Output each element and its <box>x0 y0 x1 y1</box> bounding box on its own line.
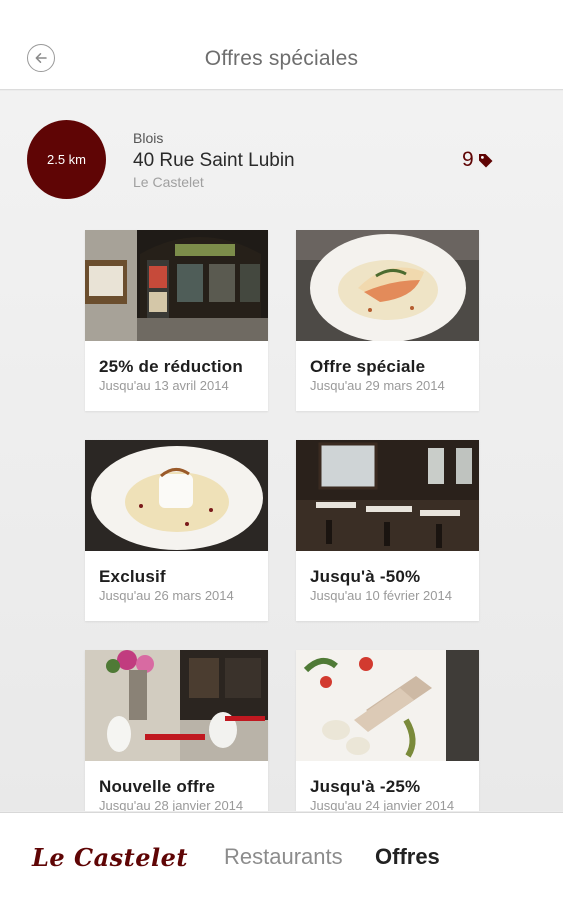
tag-icon <box>478 153 493 167</box>
location-city: Blois <box>133 130 164 146</box>
offer-title: Exclusif <box>99 567 166 586</box>
offer-card[interactable]: Jusqu'à -50% Jusqu'au 10 février 2014 <box>296 440 479 621</box>
dessert-photo <box>85 440 268 551</box>
terrace-photo <box>85 650 268 761</box>
page-title: Offres spéciales <box>204 47 359 70</box>
nav-offres[interactable]: Offres <box>375 844 440 870</box>
offer-title: Nouvelle offre <box>99 777 216 796</box>
terrine-photo <box>296 650 479 761</box>
nav-restaurants[interactable]: Restaurants <box>224 844 343 870</box>
offer-date: Jusqu'au 28 janvier 2014 <box>99 798 244 811</box>
distance-badge: 2.5 km <box>27 120 106 199</box>
top-app-bar: Offres spéciales <box>0 0 563 90</box>
offer-date: Jusqu'au 10 février 2014 <box>310 588 452 603</box>
offer-date: Jusqu'au 29 mars 2014 <box>310 378 445 393</box>
offers-content[interactable]: 2.5 km Blois 40 Rue Saint Lubin Le Caste… <box>0 91 563 811</box>
brand-logo[interactable]: Le Castelet <box>32 843 188 872</box>
offer-title: Jusqu'à -50% <box>310 567 421 586</box>
offer-card[interactable]: Exclusif Jusqu'au 26 mars 2014 <box>85 440 268 621</box>
offer-card[interactable]: Jusqu'à -25% Jusqu'au 24 janvier 2014 <box>296 650 479 811</box>
storefront-photo <box>85 230 268 341</box>
bottom-nav: Le Castelet Restaurants Offres <box>0 812 563 900</box>
offer-card[interactable]: Nouvelle offre Jusqu'au 28 janvier 2014 <box>85 650 268 811</box>
offer-title: Jusqu'à -25% <box>310 777 421 796</box>
dining-room-photo <box>296 440 479 551</box>
plated-fish-photo <box>296 230 479 341</box>
offer-title: 25% de réduction <box>99 357 243 376</box>
offer-count-value: 9 <box>462 148 474 171</box>
offer-card[interactable]: 25% de réduction Jusqu'au 13 avril 2014 <box>85 230 268 411</box>
offer-title: Offre spéciale <box>310 357 426 376</box>
offer-count[interactable]: 9 <box>462 148 494 172</box>
offer-date: Jusqu'au 13 avril 2014 <box>99 378 229 393</box>
location-address: 40 Rue Saint Lubin <box>133 150 295 171</box>
offer-date: Jusqu'au 24 janvier 2014 <box>310 798 455 811</box>
restaurant-name: Le Castelet <box>133 174 204 190</box>
offer-card[interactable]: Offre spéciale Jusqu'au 29 mars 2014 <box>296 230 479 411</box>
offer-date: Jusqu'au 26 mars 2014 <box>99 588 234 603</box>
